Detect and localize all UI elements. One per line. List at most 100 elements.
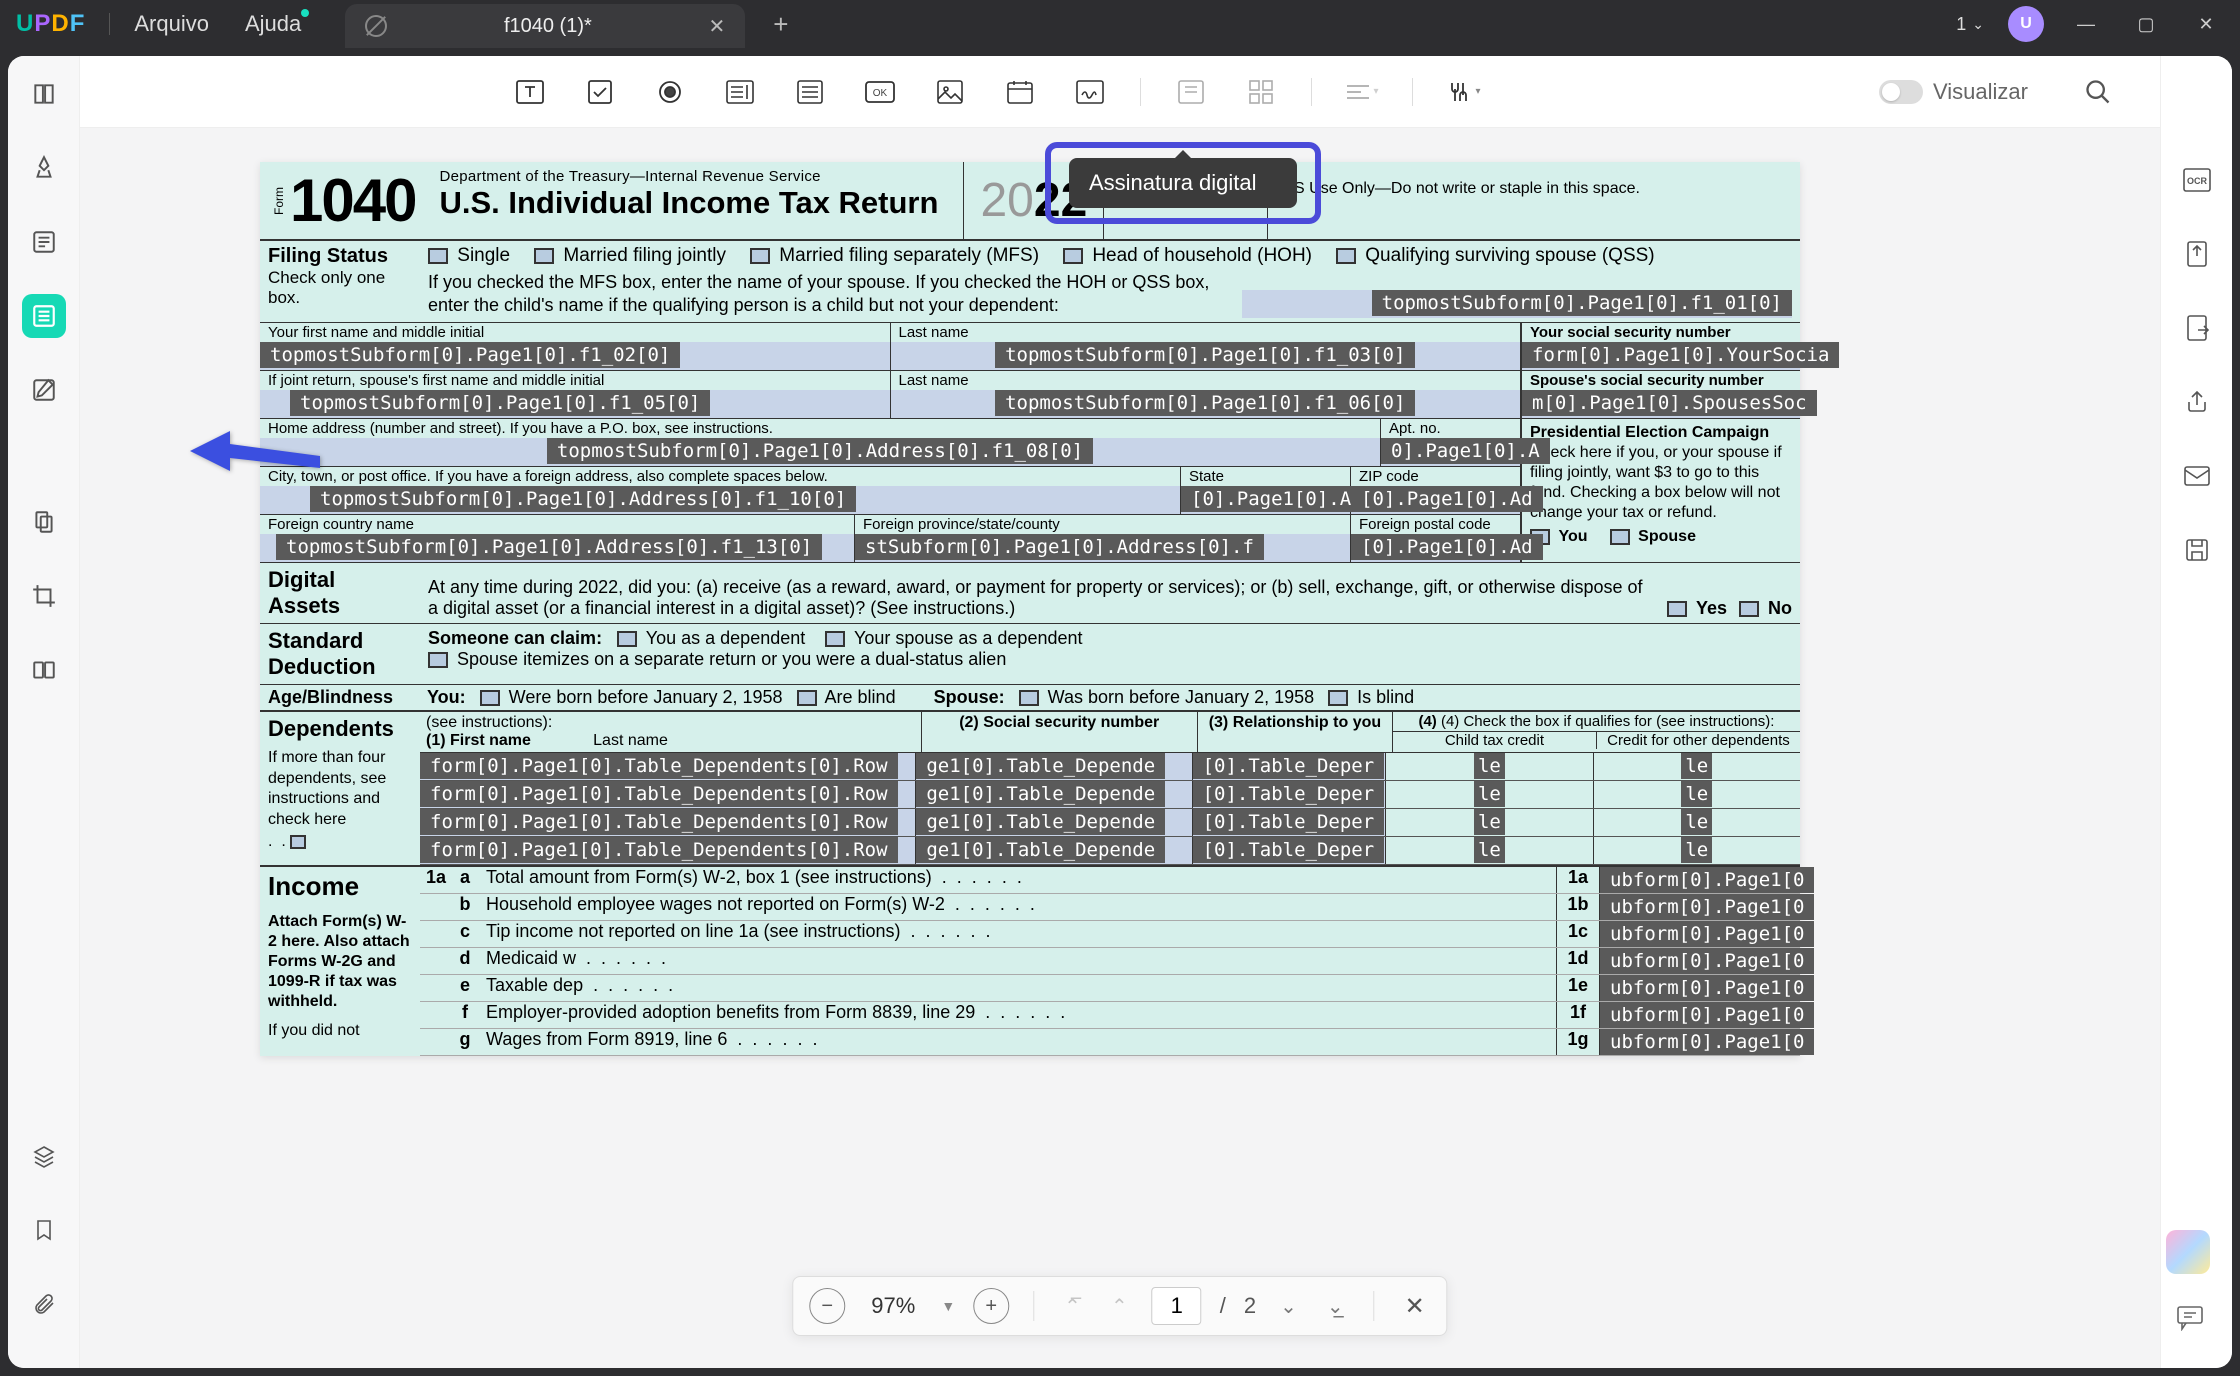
toggle-switch-icon[interactable]	[1879, 80, 1923, 104]
close-nav-icon[interactable]: ✕	[1399, 1292, 1431, 1321]
sp-ssn-field[interactable]: m[0].Page1[0].SpousesSoc	[1522, 390, 1800, 418]
page-number-input[interactable]	[1152, 1287, 1202, 1325]
bookmark-icon[interactable]	[22, 1208, 66, 1252]
image-field-tool-icon[interactable]	[930, 72, 970, 112]
export-icon[interactable]	[2175, 306, 2219, 350]
document-viewport[interactable]: Form 1040 Department of the Treasury—Int…	[80, 128, 2160, 1368]
grid-tool-icon[interactable]	[1241, 72, 1281, 112]
comment-icon[interactable]	[2170, 1298, 2210, 1338]
listbox-tool-icon[interactable]	[790, 72, 830, 112]
mfs-name-field[interactable]: topmostSubform[0].Page1[0].f1_01[0]	[1242, 290, 1792, 318]
digital-no-checkbox[interactable]	[1739, 601, 1759, 617]
zoom-dropdown-icon[interactable]: ▼	[941, 1298, 955, 1314]
dep-ctc-field[interactable]: le	[1385, 781, 1592, 808]
dep-rel-field[interactable]: [0].Table_Deper	[1192, 837, 1386, 864]
checkbox-hoh[interactable]	[1063, 248, 1083, 264]
income-amount-field[interactable]: ubform[0].Page1[0	[1600, 921, 1800, 947]
dep-name-field[interactable]: form[0].Page1[0].Table_Dependents[0].Row	[420, 837, 915, 864]
save-icon[interactable]	[2175, 528, 2219, 572]
form-mode-icon[interactable]	[22, 294, 66, 338]
dep-other-field[interactable]: le	[1593, 809, 1800, 836]
radio-tool-icon[interactable]	[650, 72, 690, 112]
dep-other-field[interactable]: le	[1593, 781, 1800, 808]
city-field[interactable]: topmostSubform[0].Page1[0].Address[0].f1…	[260, 486, 1180, 514]
tab-close-icon[interactable]: ✕	[708, 14, 725, 39]
layers-icon[interactable]	[22, 1134, 66, 1178]
prev-page-icon[interactable]: ⌃	[1105, 1294, 1134, 1319]
window-close[interactable]: ✕	[2188, 6, 2224, 42]
itemize-checkbox[interactable]	[428, 652, 448, 668]
dep-ssn-field[interactable]: ge1[0].Table_Depende	[915, 753, 1191, 780]
text-field-tool-icon[interactable]	[510, 72, 550, 112]
digital-signature-tool-icon[interactable]	[1070, 72, 1110, 112]
apt-field[interactable]: 0].Page1[0].A	[1381, 438, 1520, 466]
sp-first-name-field[interactable]: topmostSubform[0].Page1[0].f1_05[0]	[260, 390, 890, 418]
dep-ssn-field[interactable]: ge1[0].Table_Depende	[915, 809, 1191, 836]
pec-spouse-checkbox[interactable]	[1610, 529, 1630, 545]
ssn-field[interactable]: form[0].Page1[0].YourSocia	[1522, 342, 1800, 370]
fpostal-field[interactable]: [0].Page1[0].Ad	[1351, 534, 1520, 562]
income-amount-field[interactable]: ubform[0].Page1[0	[1600, 975, 1800, 1001]
ocr-icon[interactable]: OCR	[2175, 158, 2219, 202]
next-page-icon[interactable]: ⌄	[1274, 1294, 1303, 1319]
sp-last-name-field[interactable]: topmostSubform[0].Page1[0].f1_06[0]	[891, 390, 1521, 418]
compare-icon[interactable]	[22, 648, 66, 692]
dropdown-tool-icon[interactable]	[720, 72, 760, 112]
income-amount-field[interactable]: ubform[0].Page1[0	[1600, 1002, 1800, 1028]
align-tool-icon[interactable]: ▾	[1342, 72, 1382, 112]
sp-blind-checkbox[interactable]	[1328, 690, 1348, 706]
income-amount-field[interactable]: ubform[0].Page1[0	[1600, 867, 1800, 893]
digital-yes-checkbox[interactable]	[1667, 601, 1687, 617]
checkbox-tool-icon[interactable]	[580, 72, 620, 112]
dep-ctc-field[interactable]: le	[1385, 809, 1592, 836]
edit-text-icon[interactable]	[22, 220, 66, 264]
first-page-icon[interactable]: ⌃̅	[1058, 1294, 1087, 1319]
dep-name-field[interactable]: form[0].Page1[0].Table_Dependents[0].Row	[420, 753, 915, 780]
spouse-dependent-checkbox[interactable]	[825, 631, 845, 647]
highlight-tool-icon[interactable]	[22, 146, 66, 190]
dep-ctc-field[interactable]: le	[1385, 837, 1592, 864]
dep-other-field[interactable]: le	[1593, 753, 1800, 780]
dep-ctc-field[interactable]: le	[1385, 753, 1592, 780]
last-page-icon[interactable]: ⌄̲	[1321, 1294, 1350, 1319]
dep-ssn-field[interactable]: ge1[0].Table_Depende	[915, 837, 1191, 864]
dep-other-field[interactable]: le	[1593, 837, 1800, 864]
document-tab[interactable]: f1040 (1)* ✕	[345, 4, 745, 48]
checkbox-single[interactable]	[428, 248, 448, 264]
sp-born-checkbox[interactable]	[1019, 690, 1039, 706]
dep-rel-field[interactable]: [0].Table_Deper	[1192, 753, 1386, 780]
window-maximize[interactable]: ▢	[2128, 6, 2164, 42]
user-count[interactable]: 1 ⌄	[1956, 14, 1984, 35]
first-name-field[interactable]: topmostSubform[0].Page1[0].f1_02[0]	[260, 342, 890, 370]
organize-pages-icon[interactable]	[22, 500, 66, 544]
dep-rel-field[interactable]: [0].Table_Deper	[1192, 781, 1386, 808]
menu-help[interactable]: Ajuda	[245, 11, 301, 37]
button-tool-icon[interactable]: OK	[860, 72, 900, 112]
more-deps-checkbox[interactable]	[290, 835, 306, 849]
dep-name-field[interactable]: form[0].Page1[0].Table_Dependents[0].Row	[420, 781, 915, 808]
last-name-field[interactable]: topmostSubform[0].Page1[0].f1_03[0]	[891, 342, 1521, 370]
date-field-tool-icon[interactable]	[1000, 72, 1040, 112]
dep-rel-field[interactable]: [0].Table_Deper	[1192, 809, 1386, 836]
window-minimize[interactable]: —	[2068, 6, 2104, 42]
user-avatar[interactable]: U	[2008, 6, 2044, 42]
attachment-icon[interactable]	[22, 1282, 66, 1326]
form-recognition-icon[interactable]	[1171, 72, 1211, 112]
tools-settings-icon[interactable]: ▾	[1443, 72, 1483, 112]
address-field[interactable]: topmostSubform[0].Page1[0].Address[0].f1…	[260, 438, 1380, 466]
updf-ai-icon[interactable]	[2166, 1230, 2210, 1274]
checkbox-mfj[interactable]	[534, 248, 554, 264]
crop-tool-icon[interactable]	[22, 574, 66, 618]
sign-tool-icon[interactable]	[22, 368, 66, 412]
state-field[interactable]: [0].Page1[0].Ad	[1181, 486, 1350, 514]
zoom-out-icon[interactable]: −	[809, 1288, 845, 1324]
search-icon[interactable]	[2078, 72, 2118, 112]
fprov-field[interactable]: stSubform[0].Page1[0].Address[0].f	[855, 534, 1350, 562]
dep-ssn-field[interactable]: ge1[0].Table_Depende	[915, 781, 1191, 808]
income-amount-field[interactable]: ubform[0].Page1[0	[1600, 1029, 1800, 1055]
reader-mode-icon[interactable]	[22, 72, 66, 116]
you-blind-checkbox[interactable]	[797, 690, 817, 706]
zip-field[interactable]: [0].Page1[0].Ad	[1351, 486, 1520, 514]
you-dependent-checkbox[interactable]	[617, 631, 637, 647]
you-born-checkbox[interactable]	[480, 690, 500, 706]
